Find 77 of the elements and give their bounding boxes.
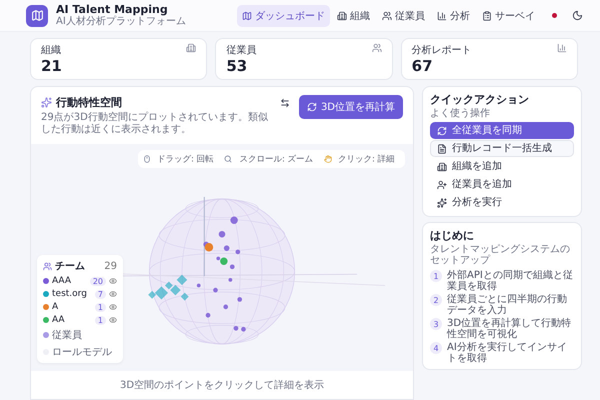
nav-tab[interactable]: 分析 [432,4,475,26]
moon-icon [572,10,583,21]
stat-label: 分析レポート [412,44,472,57]
refresh-icon [437,126,447,136]
step-number: 3 [430,318,442,330]
bar-chart-icon [437,10,447,20]
hand-icon [324,155,332,163]
mouse-icon [143,155,152,163]
canvas-footer-text: 3D空間のポイントをクリックして詳細を表示 [120,378,324,392]
app-title: AI Talent Mapping [56,4,169,16]
action-button[interactable]: 組織を追加 [430,158,574,175]
user-plus-icon [437,180,447,190]
search-icon [224,155,232,163]
building-icon [437,162,447,172]
team-count: 20 [90,276,106,286]
users-icon [382,10,392,20]
step-number: 2 [430,294,442,306]
step-text: 外部APIとの同期で組織と従業員を取得 [447,270,574,292]
document-icon [437,144,447,154]
status-dot-icon [552,13,557,18]
hint-text: ドラッグ: 回転 [157,154,214,165]
map-logo-icon [26,4,48,26]
legend-title: チーム [55,260,86,273]
team-name: AA [52,315,66,325]
map-icon [242,10,252,20]
step-text: 従業員ごとに四半期の行動データを入力 [447,294,568,316]
team-count: 1 [94,302,106,312]
marker-label: ロールモデル [52,346,112,359]
marker-label: 従業員 [52,328,82,342]
panel-title: 行動特性空間 [56,95,122,110]
hint-text: スクロール: ズーム [239,154,313,165]
step-number: 1 [430,270,442,282]
sparkles-icon [41,97,52,108]
step-text: 3D位置を再計算して行動特性空間を可視化 [447,318,572,340]
action-button[interactable]: 行動レコード一括生成 [430,140,574,157]
refresh-icon [306,102,317,112]
card-subtitle: よく使う操作 [430,108,491,119]
eye-icon[interactable] [109,277,117,285]
eye-icon[interactable] [109,303,117,311]
card-title: はじめに [430,228,475,243]
nav-tab[interactable]: ダッシュボード [237,4,330,26]
stat-value: 53 [226,57,248,75]
users-icon [372,43,382,53]
stat-label: 組織 [41,44,62,57]
bar-chart-icon [556,43,567,53]
legend-count: 29 [104,260,117,272]
action-button[interactable]: 分析を実行 [430,194,574,211]
nav-tab[interactable]: 従業員 [377,4,430,26]
eye-icon[interactable] [109,290,117,298]
app-subtitle: AI人材分析プラットフォーム [56,16,186,28]
team-name: AAA [52,276,72,286]
hint-text: クリック: 詳細 [338,154,395,165]
employee-marker-icon [43,332,49,338]
building-icon [186,43,196,53]
card-title: クイックアクション [430,92,530,107]
building-icon [337,10,347,20]
team-count: 1 [94,316,106,324]
step-number: 4 [430,342,442,354]
recalculate-button[interactable]: 3D位置を再計算 [298,95,403,119]
users-icon [43,262,52,270]
panel-subtitle: 29点が3D行動空間にプロットされています。類似した行動は近くに表示されます。 [41,112,269,136]
stat-value: 67 [412,57,434,75]
team-count: 7 [94,290,106,298]
sparkles-icon [437,198,447,208]
nav-tab[interactable]: サーベイ [477,4,540,26]
swap-icon [280,98,290,108]
stat-label: 従業員 [226,44,256,57]
step-text: AI分析を実行してインサイトを取得 [447,342,568,364]
action-button[interactable]: 従業員を追加 [430,176,574,193]
action-button[interactable]: 全従業員を同期 [430,122,574,139]
team-name: test.org [52,289,88,299]
stat-value: 21 [41,57,62,75]
team-name: A [52,302,60,312]
clipboard-icon [482,10,492,20]
card-subtitle: タレントマッピングシステムのセットアップ [430,244,571,266]
nav-tab[interactable]: 組織 [332,4,375,26]
eye-icon[interactable] [109,316,117,324]
